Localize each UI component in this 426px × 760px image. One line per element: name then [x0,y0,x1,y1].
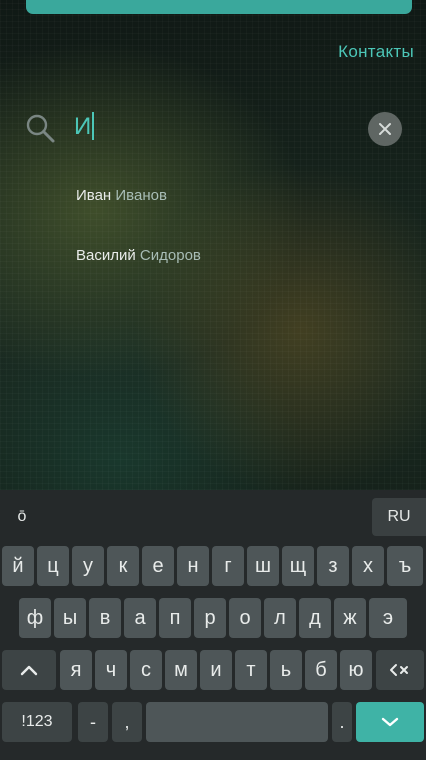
key[interactable]: р [194,598,226,638]
search-icon [24,112,58,146]
shift-button[interactable] [2,650,56,690]
search-query: И [74,113,92,140]
page-title: Контакты [338,42,414,61]
chevron-down-icon [381,717,399,727]
key[interactable]: е [142,546,174,586]
top-accent-bar [26,0,412,14]
contact-first-name: Иван [76,187,112,204]
comma-key[interactable]: , [112,702,142,742]
keyboard-toolbar: ō RU [0,490,426,542]
keyboard-mode-button[interactable]: ō [10,498,34,536]
key[interactable]: й [2,546,34,586]
key[interactable]: к [107,546,139,586]
keyboard-row-3: я ч с м и т ь б ю [0,646,426,694]
keyboard-row-1: й ц у к е н г ш щ з х ъ [0,542,426,590]
keyboard-row-bottom: !123 - , . [0,698,426,746]
key[interactable]: т [235,650,267,690]
key[interactable]: э [369,598,407,638]
key[interactable]: л [264,598,296,638]
key[interactable]: ъ [387,546,423,586]
key[interactable]: д [299,598,331,638]
key[interactable]: ф [19,598,51,638]
key[interactable]: ы [54,598,86,638]
key[interactable]: н [177,546,209,586]
contact-last-name: Сидоров [139,247,201,264]
dash-key[interactable]: - [78,702,108,742]
close-icon [379,123,391,135]
key[interactable]: у [72,546,104,586]
backspace-button[interactable] [376,650,424,690]
numbers-mode-button[interactable]: !123 [2,702,72,742]
key[interactable]: и [200,650,232,690]
key[interactable]: г [212,546,244,586]
key[interactable]: п [159,598,191,638]
contact-first-name: Василий [76,247,136,264]
search-input[interactable]: И [74,112,95,142]
key[interactable]: з [317,546,349,586]
key[interactable]: ь [270,650,302,690]
contact-last-name: Иванов [115,187,167,204]
keyboard-row-2: ф ы в а п р о л д ж э [0,594,426,642]
contact-result-item[interactable]: Иван Иванов [76,186,167,206]
key[interactable]: м [165,650,197,690]
key[interactable]: ч [95,650,127,690]
key[interactable]: б [305,650,337,690]
contact-result-item[interactable]: Василий Сидоров [76,246,201,266]
key[interactable]: ш [247,546,279,586]
key[interactable]: я [60,650,92,690]
period-key[interactable]: . [332,702,352,742]
background-texture [0,0,426,490]
key[interactable]: о [229,598,261,638]
key[interactable]: х [352,546,384,586]
on-screen-keyboard: ō RU й ц у к е н г ш щ з х ъ ф ы в а п р… [0,490,426,760]
key[interactable]: ж [334,598,366,638]
key[interactable]: ю [340,650,372,690]
space-bar[interactable] [146,702,328,742]
key[interactable]: щ [282,546,314,586]
clear-search-button[interactable] [368,112,402,146]
key[interactable]: с [130,650,162,690]
key[interactable]: а [124,598,156,638]
contacts-screen: Контакты И Иван Иванов Василий Сидоров ō… [0,0,426,760]
backspace-icon [390,664,408,676]
key[interactable]: ц [37,546,69,586]
shift-caret-icon [20,665,38,676]
language-switch-button[interactable]: RU [372,498,426,536]
key[interactable]: в [89,598,121,638]
enter-button[interactable] [356,702,424,742]
text-cursor [92,112,95,140]
